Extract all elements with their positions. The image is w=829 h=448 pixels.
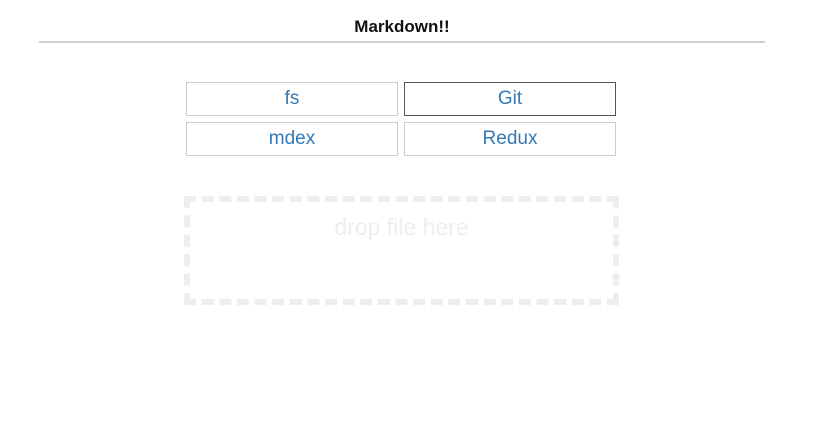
page-header: Markdown!!: [39, 0, 765, 43]
tile-mdex[interactable]: mdex: [186, 122, 398, 156]
file-dropzone[interactable]: drop file here: [184, 196, 619, 305]
tile-redux[interactable]: Redux: [404, 122, 616, 156]
document-tile-grid: fs Git mdex Redux: [186, 82, 617, 156]
tile-git[interactable]: Git: [404, 82, 616, 116]
tile-fs[interactable]: fs: [186, 82, 398, 116]
page-title: Markdown!!: [354, 17, 450, 36]
dropzone-hint: drop file here: [334, 214, 469, 240]
